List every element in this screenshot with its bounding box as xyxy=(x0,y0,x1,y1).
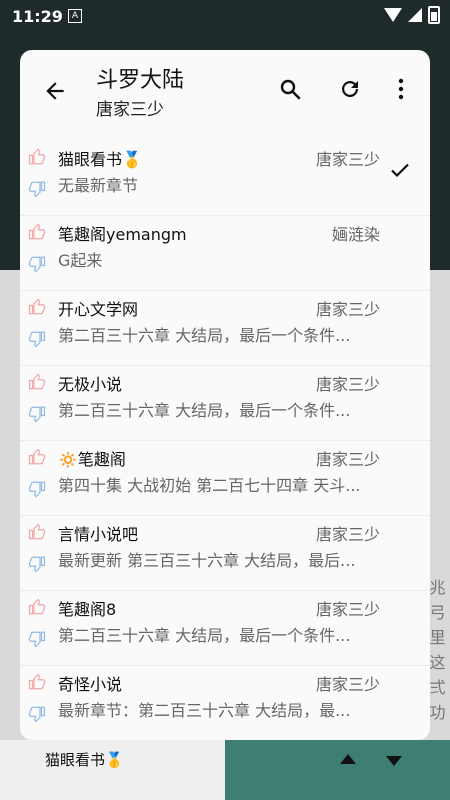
page-title: 斗罗大陆 xyxy=(96,68,185,93)
status-bar: 11:29 A xyxy=(0,0,450,32)
latest-chapter: 无最新章节 xyxy=(58,176,139,195)
source-list-item[interactable]: 奇怪小说 唐家三少 最新章节：第二百三十六章 大结局，最... xyxy=(20,665,430,740)
latest-chapter: 最新更新 第三百三十六章 大结局，最后... xyxy=(58,551,356,570)
vote-controls xyxy=(28,148,48,210)
source-author: 唐家三少 xyxy=(315,675,380,694)
scroll-up-icon[interactable] xyxy=(340,754,356,764)
source-author: 唐家三少 xyxy=(315,525,380,544)
source-name: 笔趣阁8 xyxy=(58,600,117,619)
source-name: 言情小说吧 xyxy=(58,525,139,544)
thumb-up-icon[interactable] xyxy=(28,298,46,316)
source-author: 婳涟染 xyxy=(331,225,380,244)
thumb-down-icon[interactable] xyxy=(28,330,46,348)
vote-controls xyxy=(28,298,48,360)
source-list-item[interactable]: 🔅笔趣阁 唐家三少 第四十集 大战初始 第二百七十四章 天斗... xyxy=(20,440,430,516)
latest-chapter: 最新章节：第二百三十六章 大结局，最... xyxy=(58,701,351,720)
thumb-down-icon[interactable] xyxy=(28,480,46,498)
signal-icon xyxy=(408,8,422,22)
latest-chapter: 第二百三十六章 大结局，最后一个条件... xyxy=(58,626,351,645)
check-icon xyxy=(391,163,409,178)
dialog-header: 斗罗大陆 唐家三少 xyxy=(20,50,430,140)
thumb-up-icon[interactable] xyxy=(28,148,46,166)
current-source-label[interactable]: 猫眼看书🥇 xyxy=(45,749,124,770)
thumb-down-icon[interactable] xyxy=(28,405,46,423)
latest-chapter: G起来 xyxy=(58,251,103,270)
source-list-item[interactable]: 言情小说吧 唐家三少 最新更新 第三百三十六章 大结局，最后... xyxy=(20,515,430,591)
thumb-up-icon[interactable] xyxy=(28,448,46,466)
status-time: 11:29 xyxy=(12,7,63,26)
source-list-item[interactable]: 笔趣阁8 唐家三少 第二百三十六章 大结局，最后一个条件... xyxy=(20,590,430,666)
source-author: 唐家三少 xyxy=(315,600,380,619)
source-author: 唐家三少 xyxy=(315,450,380,469)
thumb-up-icon[interactable] xyxy=(28,373,46,391)
dialog-footer: 猫眼看书🥇 xyxy=(20,740,430,780)
source-list-item[interactable]: 开心文学网 唐家三少 第二百三十六章 大结局，最后一个条件... xyxy=(20,290,430,366)
source-author: 唐家三少 xyxy=(315,150,380,169)
latest-chapter: 第四十集 大战初始 第二百七十四章 天斗... xyxy=(58,476,361,495)
more-vert-icon[interactable] xyxy=(395,77,407,101)
vote-controls xyxy=(28,523,48,585)
vote-controls xyxy=(28,448,48,510)
source-list-item[interactable]: 猫眼看书🥇 唐家三少 无最新章节 xyxy=(20,140,430,216)
source-name: 笔趣阁yemangm xyxy=(58,225,187,244)
source-list: 猫眼看书🥇 唐家三少 无最新章节 笔趣阁yemangm 婳涟染 G起来 开心文学… xyxy=(20,140,430,723)
source-list-item[interactable]: 笔趣阁yemangm 婳涟染 G起来 xyxy=(20,215,430,291)
battery-icon xyxy=(428,6,440,24)
book-author: 唐家三少 xyxy=(96,100,164,120)
thumb-down-icon[interactable] xyxy=(28,705,46,723)
thumb-down-icon[interactable] xyxy=(28,630,46,648)
thumb-up-icon[interactable] xyxy=(28,598,46,616)
source-name: 开心文学网 xyxy=(58,300,139,319)
source-list-item[interactable]: 无极小说 唐家三少 第二百三十六章 大结局，最后一个条件... xyxy=(20,365,430,441)
source-name: 🔅笔趣阁 xyxy=(58,450,126,469)
source-name: 奇怪小说 xyxy=(58,675,123,694)
wifi-icon xyxy=(384,8,402,22)
thumb-up-icon[interactable] xyxy=(28,673,46,691)
back-arrow-icon[interactable] xyxy=(42,78,68,104)
source-author: 唐家三少 xyxy=(315,300,380,319)
vote-controls xyxy=(28,598,48,660)
latest-chapter: 第二百三十六章 大结局，最后一个条件... xyxy=(58,401,351,420)
thumb-down-icon[interactable] xyxy=(28,180,46,198)
vote-controls xyxy=(28,673,48,735)
change-source-dialog: 斗罗大陆 唐家三少 猫眼看书🥇 唐家三少 无最新章节 笔趣阁yemangm 婳涟… xyxy=(20,50,430,740)
thumb-down-icon[interactable] xyxy=(28,255,46,273)
vote-controls xyxy=(28,373,48,435)
status-icons xyxy=(384,6,440,24)
notification-a-icon: A xyxy=(68,9,82,23)
source-name: 猫眼看书🥇 xyxy=(58,150,142,169)
source-author: 唐家三少 xyxy=(315,375,380,394)
search-icon[interactable] xyxy=(278,77,302,101)
thumb-up-icon[interactable] xyxy=(28,223,46,241)
refresh-icon[interactable] xyxy=(338,77,362,101)
source-name: 无极小说 xyxy=(58,375,123,394)
latest-chapter: 第二百三十六章 大结局，最后一个条件... xyxy=(58,326,351,345)
thumb-down-icon[interactable] xyxy=(28,555,46,573)
scroll-down-icon[interactable] xyxy=(386,756,402,766)
thumb-up-icon[interactable] xyxy=(28,523,46,541)
vote-controls xyxy=(28,223,48,285)
